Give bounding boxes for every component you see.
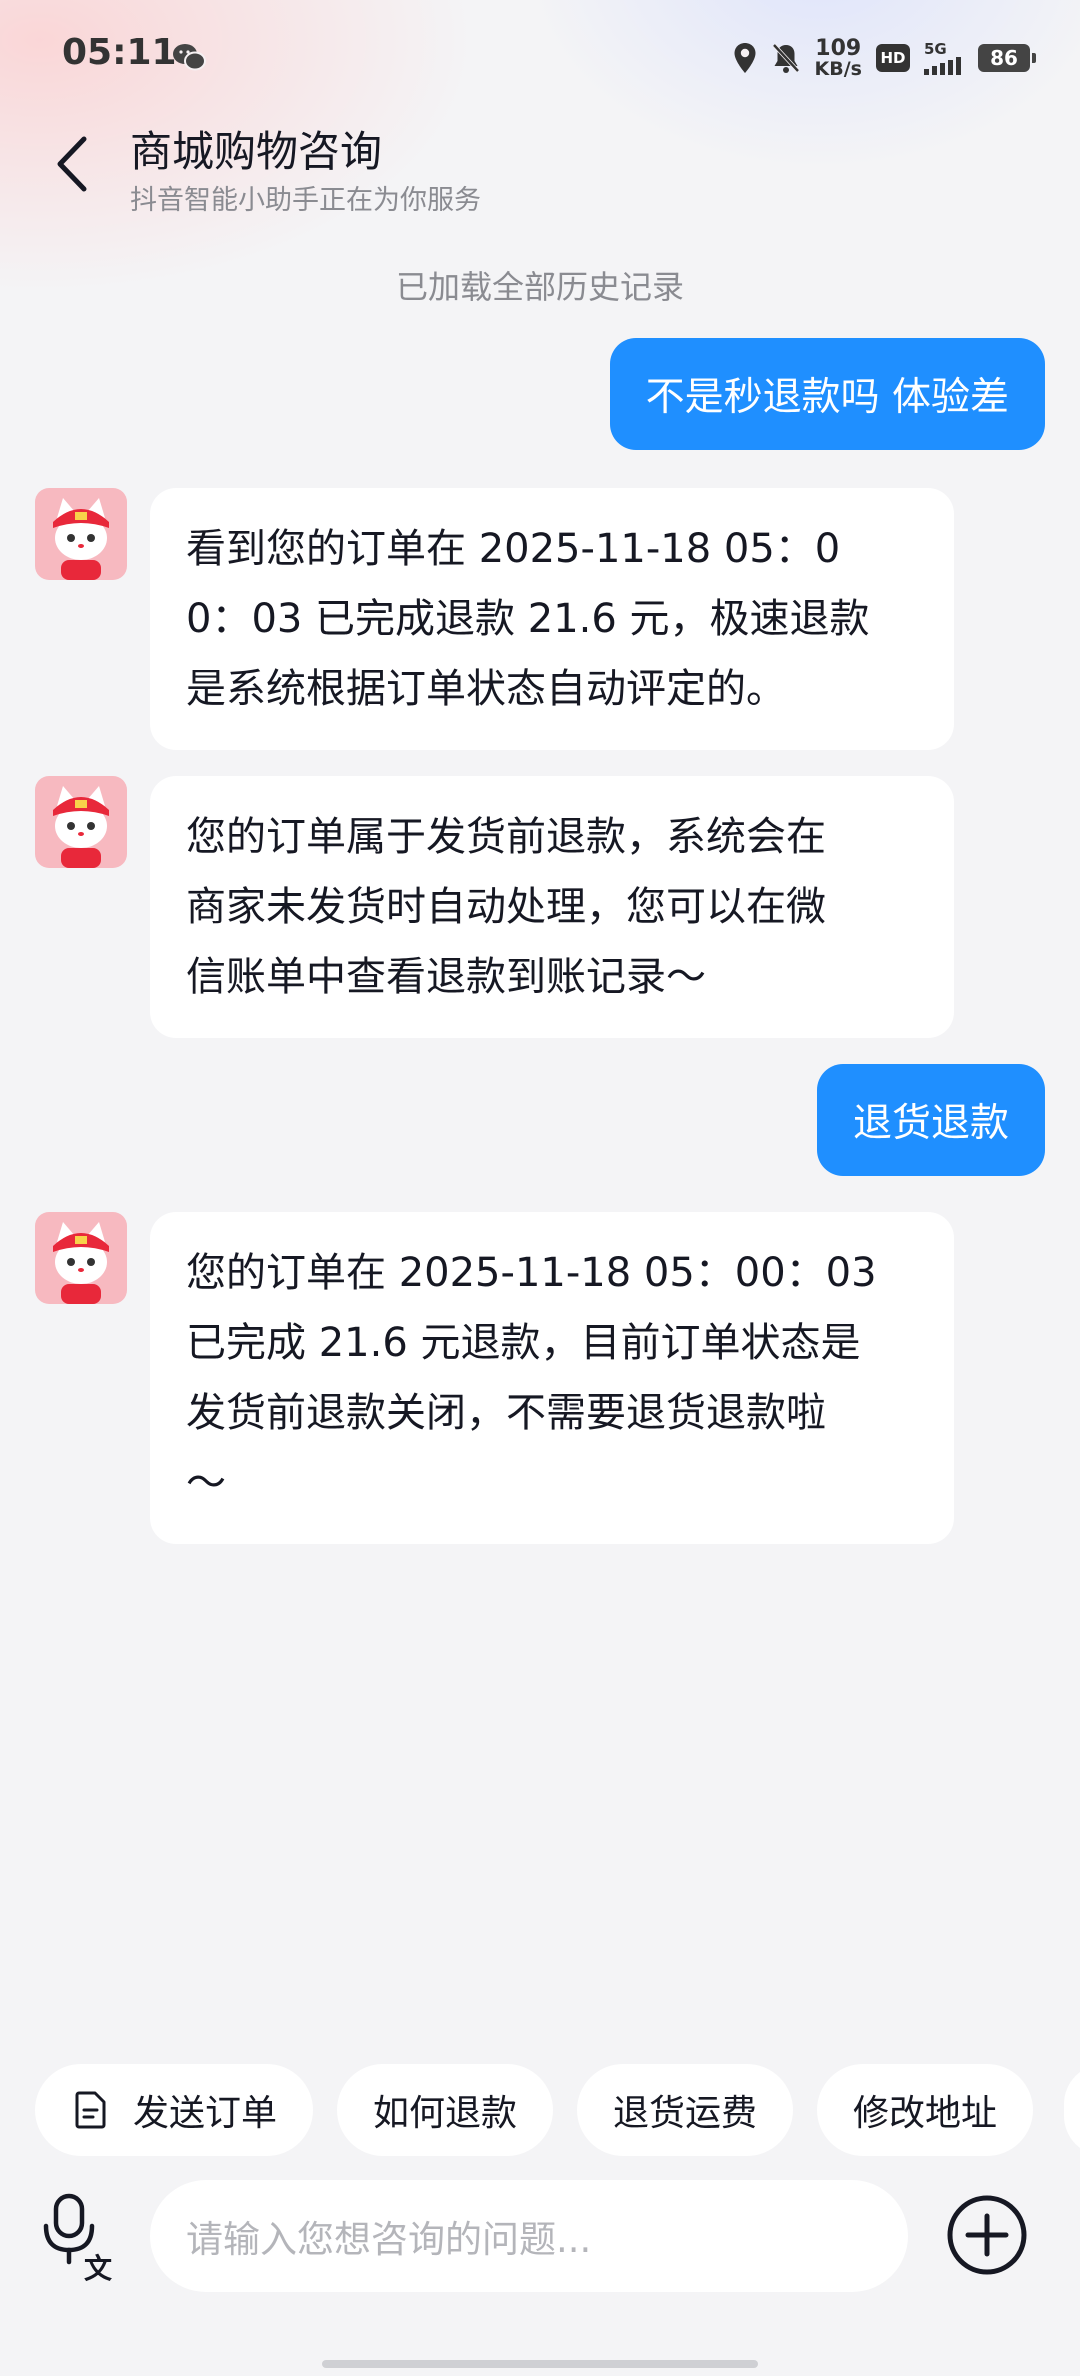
voice-to-text-icon: 文 <box>43 2193 112 2285</box>
assistant-message[interactable]: 您的订单在 2025-11-18 05：00：03 已完成 21.6 元退款，目… <box>150 1212 954 1544</box>
history-loaded-notice: 已加载全部历史记录 <box>395 268 684 306</box>
back-arrow-icon <box>57 136 87 192</box>
wechat-notification-icon <box>173 44 206 71</box>
chat-header: 商城购物咨询 抖音智能小助手正在为你服务 <box>0 118 1080 218</box>
page-subtitle: 抖音智能小助手正在为你服务 <box>130 185 481 216</box>
document-icon <box>75 2091 106 2129</box>
user-message[interactable]: 不是秒退款吗 体验差 <box>609 338 1045 450</box>
assistant-message[interactable]: 您的订单属于发货前退款，系统会在 商家未发货时自动处理，您可以在微 信账单中查看… <box>150 776 954 1038</box>
assistant-avatar[interactable] <box>35 488 127 580</box>
status-time: 05:11 <box>62 32 177 73</box>
status-bar: 05:11 109 KB/s HD 5G 86 <box>0 0 1080 118</box>
send-order-chip[interactable]: 发送订单 <box>35 2064 314 2156</box>
signal-5g: 5G <box>924 41 964 75</box>
back-button[interactable] <box>44 122 100 206</box>
cat-mascot-icon <box>35 1212 127 1304</box>
cat-mascot-icon <box>35 776 127 868</box>
quick-reply-bar: 发送订单 如何退款 退货运费 修改地址 <box>35 2064 1034 2156</box>
battery-indicator: 86 <box>978 44 1036 72</box>
next-chip-partial[interactable] <box>1064 2064 1080 2156</box>
cat-mascot-icon <box>35 488 127 580</box>
how-to-refund-chip[interactable]: 如何退款 <box>337 2064 554 2156</box>
user-message[interactable]: 退货退款 <box>816 1064 1045 1176</box>
plus-circle-icon <box>947 2195 1027 2275</box>
mute-bell-icon <box>772 43 800 73</box>
message-input[interactable]: 请输入您想咨询的问题... <box>150 2180 908 2292</box>
voice-input-button[interactable]: 文 <box>40 2188 120 2285</box>
more-options-button[interactable] <box>946 2194 1028 2276</box>
hd-badge: HD <box>876 44 910 72</box>
assistant-avatar[interactable] <box>35 1212 127 1304</box>
return-shipping-chip[interactable]: 退货运费 <box>577 2064 794 2156</box>
assistant-avatar[interactable] <box>35 776 127 868</box>
network-speed: 109 KB/s <box>814 35 862 80</box>
assistant-message[interactable]: 看到您的订单在 2025-11-18 05：0 0：03 已完成退款 21.6 … <box>150 488 954 750</box>
change-address-chip[interactable]: 修改地址 <box>817 2064 1034 2156</box>
page-title: 商城购物咨询 <box>130 127 383 176</box>
location-icon <box>734 43 756 73</box>
home-indicator[interactable] <box>322 2360 758 2368</box>
svg-text:文: 文 <box>84 2252 112 2284</box>
signal-bars-icon <box>924 56 961 75</box>
